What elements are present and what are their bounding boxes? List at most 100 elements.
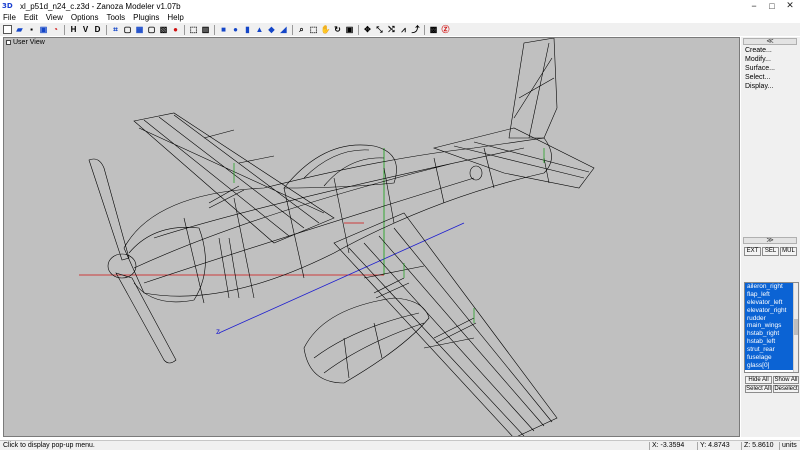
rotate-view-icon[interactable]: ↻ bbox=[333, 25, 342, 34]
select-box-icon[interactable]: ⬚ bbox=[189, 25, 198, 34]
hide-all-button[interactable]: Hide All bbox=[745, 376, 772, 384]
save-icon[interactable]: ▪ bbox=[27, 25, 36, 34]
cmd-create[interactable]: Create... bbox=[745, 47, 772, 54]
app-window: 3D xl_p51d_n24_c.z3d - Zanoza Modeler v1… bbox=[0, 0, 800, 450]
propeller-blade-bottom bbox=[115, 272, 177, 364]
view-v-button[interactable]: V bbox=[81, 25, 90, 34]
minimize-button[interactable]: − bbox=[746, 0, 762, 11]
list-item[interactable]: aileron_right bbox=[745, 283, 798, 291]
box-primitive-icon[interactable]: ■ bbox=[219, 25, 228, 34]
main-gear-leg bbox=[218, 237, 240, 299]
cone-primitive-icon[interactable]: ▲ bbox=[255, 25, 264, 34]
wireframe-mesh bbox=[88, 38, 595, 436]
fuselage-ribs bbox=[133, 147, 525, 304]
propeller-blade-top bbox=[88, 158, 130, 261]
menu-plugins[interactable]: Plugins bbox=[133, 13, 159, 22]
show-all-button[interactable]: Show All bbox=[773, 376, 799, 384]
aircraft-wireframe-model[interactable] bbox=[4, 38, 740, 437]
close-button[interactable]: ✕ bbox=[782, 0, 798, 11]
texture-icon[interactable]: ▩ bbox=[429, 25, 438, 34]
menu-tools[interactable]: Tools bbox=[106, 13, 125, 22]
copy-icon[interactable]: ▢ bbox=[123, 25, 132, 34]
list-item[interactable]: elevator_right bbox=[745, 306, 798, 315]
toolbar-separator bbox=[64, 24, 65, 35]
object-list[interactable]: aileron_right flap_left elevator_left el… bbox=[744, 282, 799, 373]
open-file-icon[interactable]: ▰ bbox=[15, 25, 24, 34]
move-icon[interactable]: ✥ bbox=[363, 25, 372, 34]
menu-edit[interactable]: Edit bbox=[24, 13, 38, 22]
left-wing-ribs bbox=[138, 114, 325, 237]
mirror-icon[interactable]: ▢ bbox=[147, 25, 156, 34]
menu-view[interactable]: View bbox=[46, 13, 63, 22]
split-icon[interactable]: ▧ bbox=[159, 25, 168, 34]
sphere-red-icon[interactable]: ● bbox=[171, 25, 180, 34]
zoom-icon[interactable]: ⌕ bbox=[297, 25, 306, 34]
zanoza-logo-icon[interactable]: Ⓩ bbox=[441, 25, 450, 34]
panel-collapse-up-button[interactable]: ≪ bbox=[743, 38, 797, 45]
list-item[interactable]: glass[0] bbox=[745, 361, 798, 370]
mode-sel-button[interactable]: SEL bbox=[762, 247, 779, 256]
canopy-frames bbox=[303, 149, 385, 187]
left-gear-strut bbox=[208, 185, 245, 209]
scale-icon[interactable]: ⤡ bbox=[375, 25, 384, 34]
view-d-button[interactable]: D bbox=[93, 25, 102, 34]
list-item[interactable]: flap_left bbox=[745, 290, 798, 299]
list-item[interactable]: rudder bbox=[745, 314, 798, 323]
list-item[interactable]: hstab_left bbox=[745, 338, 798, 347]
drop-tank bbox=[303, 297, 430, 384]
cmd-select[interactable]: Select... bbox=[745, 74, 770, 81]
deselect-button[interactable]: Deselect bbox=[773, 385, 799, 393]
pan-icon[interactable]: ✋ bbox=[321, 25, 331, 34]
list-item[interactable]: elevator_left bbox=[745, 298, 798, 307]
extrude-icon[interactable]: ⤴ bbox=[411, 25, 420, 34]
list-item[interactable]: hstab_right bbox=[745, 330, 798, 339]
toolbar: ▰ ▪ ▣ ◔ H V D ⌗ ▢ ▦ ▢ ▧ ● ⬚ ▥ ■ ● ▮ ▲ ◆ … bbox=[0, 23, 800, 36]
title-bar: 3D xl_p51d_n24_c.z3d - Zanoza Modeler v1… bbox=[0, 0, 800, 12]
list-item[interactable]: strut_rear bbox=[745, 346, 798, 355]
canopy bbox=[283, 144, 397, 189]
engine-cowling bbox=[128, 227, 206, 303]
panel-collapse-down-button[interactable]: ≫ bbox=[743, 237, 797, 244]
status-y-coordinate: Y: 4.8743 bbox=[697, 442, 741, 450]
status-message: Click to display pop-up menu. bbox=[3, 442, 95, 449]
cylinder-primitive-icon[interactable]: ▮ bbox=[243, 25, 252, 34]
select-all-button[interactable]: Select All bbox=[745, 385, 772, 393]
horizontal-stabilizer bbox=[432, 127, 595, 189]
save-as-icon[interactable]: ▣ bbox=[39, 25, 48, 34]
select-region-icon[interactable]: ⌗ bbox=[111, 25, 120, 34]
rotate-icon[interactable]: ⤭ bbox=[387, 25, 396, 34]
object-list-scrollbar[interactable] bbox=[793, 283, 798, 372]
app-logo-icon: 3D bbox=[2, 2, 13, 10]
cmd-surface[interactable]: Surface... bbox=[745, 65, 775, 72]
sphere-primitive-icon[interactable]: ● bbox=[231, 25, 240, 34]
torus-primitive-icon[interactable]: ◆ bbox=[267, 25, 276, 34]
toolbar-separator bbox=[292, 24, 293, 35]
toolbar-separator bbox=[184, 24, 185, 35]
undo-icon[interactable]: ◔ bbox=[51, 25, 60, 34]
view-h-button[interactable]: H bbox=[69, 25, 78, 34]
fit-view-icon[interactable]: ▣ bbox=[345, 25, 354, 34]
status-z-coordinate: Z: 5.8610 bbox=[741, 442, 779, 450]
cube-icon[interactable]: ▦ bbox=[135, 25, 144, 34]
new-file-icon[interactable] bbox=[3, 25, 12, 34]
zoom-region-icon[interactable]: ⬚ bbox=[309, 25, 318, 34]
cmd-modify[interactable]: Modify... bbox=[745, 56, 771, 63]
mode-mul-button[interactable]: MUL bbox=[780, 247, 797, 256]
menu-help[interactable]: Help bbox=[167, 13, 183, 22]
scrollbar-thumb[interactable] bbox=[794, 319, 798, 335]
toolbar-separator bbox=[424, 24, 425, 35]
list-item[interactable]: main_wings bbox=[745, 322, 798, 331]
list-item[interactable]: fuselage bbox=[745, 354, 798, 362]
tail-wheel bbox=[469, 165, 483, 181]
align-icon[interactable]: ⩘ bbox=[399, 25, 408, 34]
menu-options[interactable]: Options bbox=[71, 13, 99, 22]
right-wing-strut bbox=[433, 317, 477, 344]
select-all-icon[interactable]: ▥ bbox=[201, 25, 210, 34]
axis-helpers bbox=[233, 148, 545, 323]
mode-ext-button[interactable]: EXT bbox=[744, 247, 761, 256]
menu-file[interactable]: File bbox=[3, 13, 16, 22]
cmd-display[interactable]: Display... bbox=[745, 83, 773, 90]
plane-primitive-icon[interactable]: ◢ bbox=[279, 25, 288, 34]
maximize-button[interactable]: □ bbox=[764, 0, 780, 11]
user-viewport[interactable]: User View z bbox=[3, 37, 740, 437]
